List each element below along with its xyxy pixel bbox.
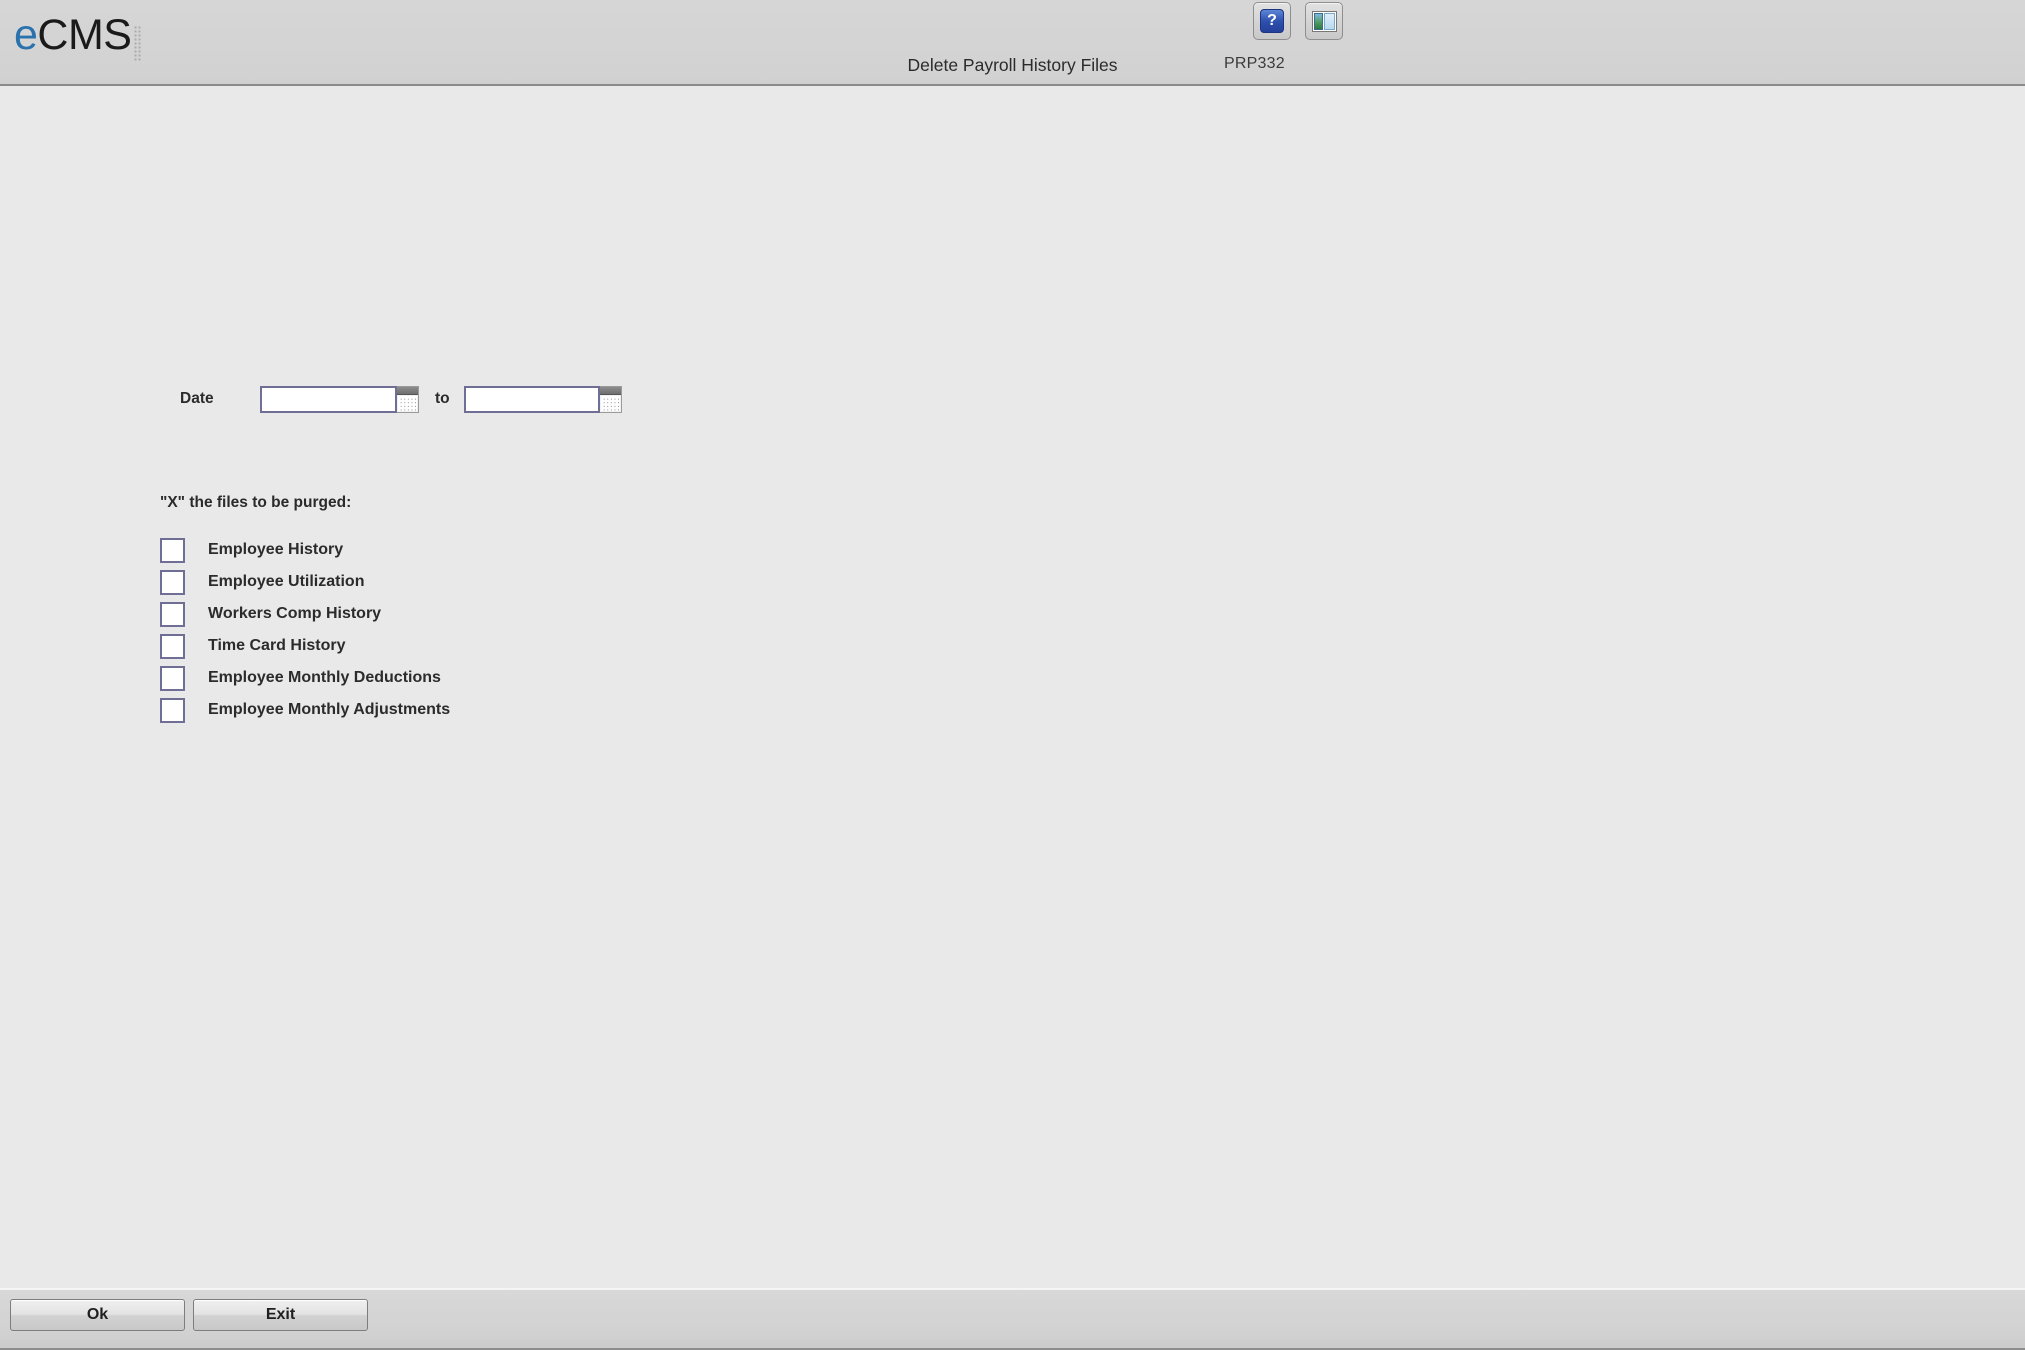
form-area: Date to "X" the files to be purged: Empl… xyxy=(0,86,2025,1288)
purge-row[interactable]: Workers Comp History xyxy=(160,598,450,630)
date-separator-label: to xyxy=(435,390,450,407)
exit-button[interactable]: Exit xyxy=(193,1299,368,1331)
header-toolbar: ? xyxy=(1253,2,1343,40)
help-icon: ? xyxy=(1260,9,1284,33)
footer-bar: Ok Exit xyxy=(0,1288,2025,1350)
purge-row[interactable]: Employee Monthly Deductions xyxy=(160,662,450,694)
purge-row[interactable]: Employee History xyxy=(160,534,450,566)
logo-letters-cms: CMS xyxy=(37,11,132,59)
purge-row[interactable]: Time Card History xyxy=(160,630,450,662)
ecms-logo: eCMS xyxy=(14,11,132,59)
purge-instructions: "X" the files to be purged: xyxy=(160,494,352,511)
logo-letter-e: e xyxy=(14,11,38,59)
purge-checkbox[interactable] xyxy=(160,569,185,595)
program-id-label: PRP332 xyxy=(1224,55,1285,72)
date-to-input[interactable] xyxy=(463,385,600,413)
purge-row[interactable]: Employee Utilization xyxy=(160,566,450,598)
date-from-control xyxy=(260,385,419,413)
date-from-input[interactable] xyxy=(260,385,397,413)
purge-row[interactable]: Employee Monthly Adjustments xyxy=(160,694,450,726)
page-title: Delete Payroll History Files xyxy=(907,55,1118,75)
purge-label: Time Card History xyxy=(208,637,346,654)
purge-checkbox[interactable] xyxy=(160,537,185,563)
purge-label: Employee Monthly Adjustments xyxy=(208,701,451,718)
purge-label: Employee Monthly Deductions xyxy=(208,669,441,686)
ok-button[interactable]: Ok xyxy=(10,1299,185,1331)
window-panel-button[interactable] xyxy=(1305,2,1343,40)
purge-files-section: "X" the files to be purged: Employee His… xyxy=(160,494,450,726)
help-button[interactable]: ? xyxy=(1253,2,1291,40)
purge-checkbox[interactable] xyxy=(160,665,185,691)
date-label: Date xyxy=(180,390,214,407)
date-to-control xyxy=(463,385,622,413)
date-range-row: Date to xyxy=(180,384,622,414)
date-from-calendar-icon[interactable] xyxy=(397,385,419,413)
purge-label: Employee Utilization xyxy=(208,573,365,590)
purge-checkbox-list: Employee History Employee Utilization Work… xyxy=(160,534,450,726)
purge-checkbox[interactable] xyxy=(160,633,185,659)
purge-label: Workers Comp History xyxy=(208,605,382,622)
window-panel-icon xyxy=(1311,10,1337,32)
date-to-calendar-icon[interactable] xyxy=(599,385,622,413)
app-header: eCMS Delete Payroll History Files ? PRP3… xyxy=(0,0,2025,86)
purge-checkbox[interactable] xyxy=(160,601,185,627)
purge-checkbox[interactable] xyxy=(160,697,185,723)
footer-button-group: Ok Exit xyxy=(10,1299,368,1331)
purge-label: Employee History xyxy=(208,541,344,558)
